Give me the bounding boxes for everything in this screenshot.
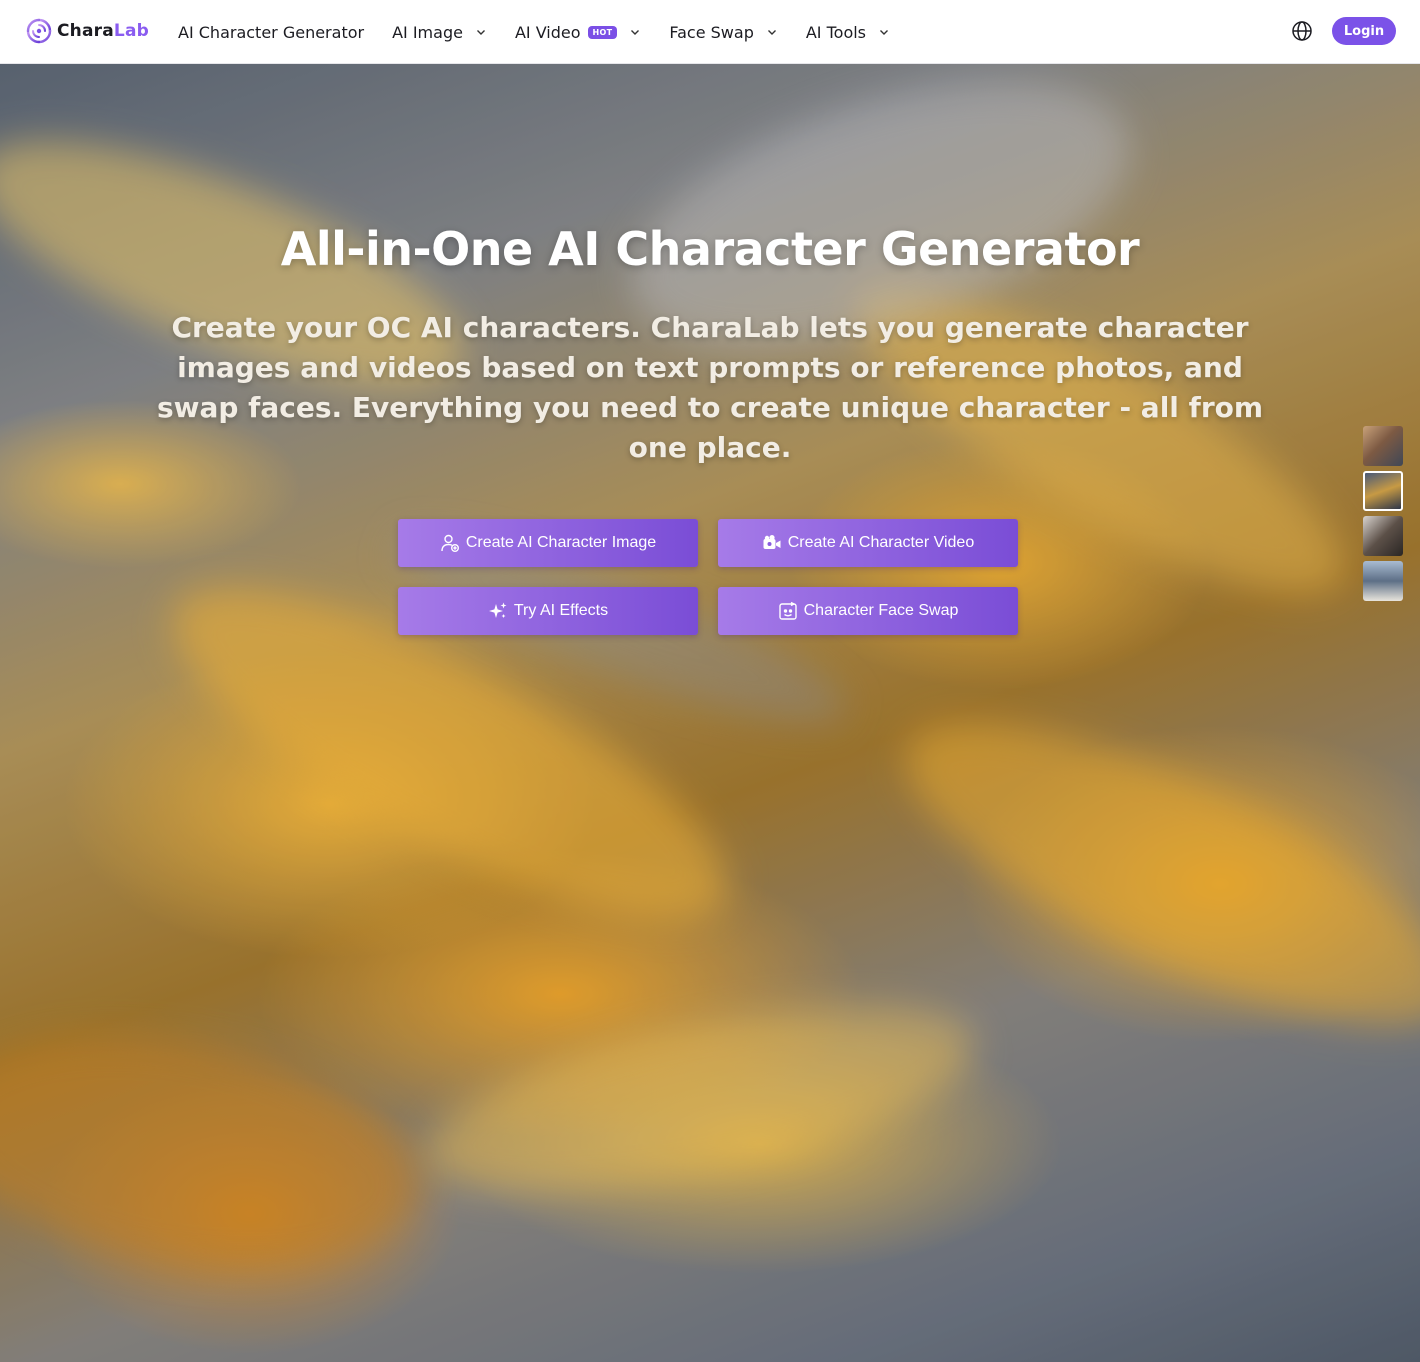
create-ai-character-video-button[interactable]: Create AI Character Video <box>718 519 1018 567</box>
user-sparkle-icon <box>441 534 459 552</box>
video-camera-icon <box>763 535 781 549</box>
hero-subtitle: Create your OC AI characters. CharaLab l… <box>156 311 1264 464</box>
button-label: Character Face Swap <box>803 602 959 619</box>
hero-thumbnail-4[interactable] <box>1363 561 1403 601</box>
nav-label: AI Image <box>392 22 463 42</box>
chevron-down-icon <box>631 30 640 35</box>
create-ai-character-image-button[interactable]: Create AI Character Image <box>398 519 698 567</box>
nav-label: AI Character Generator <box>178 22 365 42</box>
chevron-down-icon <box>476 30 485 35</box>
hero-thumbnail-3[interactable] <box>1363 516 1403 556</box>
hero-thumbnail-strip <box>1363 426 1403 606</box>
site-header: CharaLab AI Character Generator AI Image… <box>0 0 1420 64</box>
hero-title: All-in-One AI Character Generator <box>280 222 1140 276</box>
logo-swirl-icon <box>26 18 52 44</box>
sparkles-icon <box>488 602 507 618</box>
button-label: Try AI Effects <box>513 602 609 619</box>
nav-ai-tools[interactable]: AI Tools <box>806 0 890 64</box>
nav-ai-video[interactable]: AI Video HOT <box>515 0 641 64</box>
hero-thumbnail-2[interactable] <box>1363 471 1403 511</box>
button-label: Create AI Character Image <box>465 534 657 551</box>
nav-label: Face Swap <box>669 22 754 42</box>
character-face-swap-button[interactable]: Character Face Swap <box>718 587 1018 635</box>
logo-text: CharaLab <box>57 21 149 41</box>
charalab-logo[interactable]: CharaLab <box>24 16 149 46</box>
nav-label: AI Tools <box>805 22 867 42</box>
nav-face-swap[interactable]: Face Swap <box>669 0 777 64</box>
login-button[interactable]: Login <box>1332 17 1396 45</box>
nav-ai-character-generator[interactable]: AI Character Generator <box>178 0 364 64</box>
nav-label: AI Video <box>514 22 581 42</box>
button-label: Create AI Character Video <box>787 534 975 551</box>
face-swap-icon <box>778 601 797 620</box>
globe-icon[interactable] <box>1291 20 1313 42</box>
hero-section: All-in-One AI Character Generator Create… <box>0 64 1420 1362</box>
chevron-down-icon <box>767 30 776 35</box>
hero-thumbnail-1[interactable] <box>1363 426 1403 466</box>
try-ai-effects-button[interactable]: Try AI Effects <box>398 587 698 635</box>
chevron-down-icon <box>880 30 889 35</box>
hot-badge: HOT <box>587 25 618 39</box>
nav-ai-image[interactable]: AI Image <box>392 0 487 64</box>
main-nav: AI Character Generator AI Image AI Video… <box>178 0 890 64</box>
